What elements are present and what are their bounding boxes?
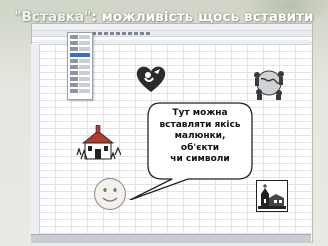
slide-title: "Вставка": можливість щось вставити [0,9,328,25]
church-icon [256,180,288,212]
callout-line: чи символи [170,154,230,164]
callout-text: Тут можна вставляти якісь малюнки, об'єк… [150,108,250,166]
cupid-heart-icon [136,66,166,92]
title-rest: : можливість щось вставити [91,9,314,25]
menu-bar[interactable] [32,24,312,31]
row-headers [31,44,40,234]
insert-menu[interactable] [67,32,93,100]
callout-line: об'єкти [180,142,220,153]
status-bar [31,234,311,243]
callout-line: вставляти якісь [159,119,241,130]
callout-line: малюнки, [174,131,226,141]
smiley-face-icon [93,177,127,211]
title-highlight: "Вставка" [14,9,92,25]
school-house-icon [76,125,121,160]
slide-background: "Вставка": можливість щось вставити Тут … [0,0,328,246]
callout-line: Тут можна [172,108,228,118]
